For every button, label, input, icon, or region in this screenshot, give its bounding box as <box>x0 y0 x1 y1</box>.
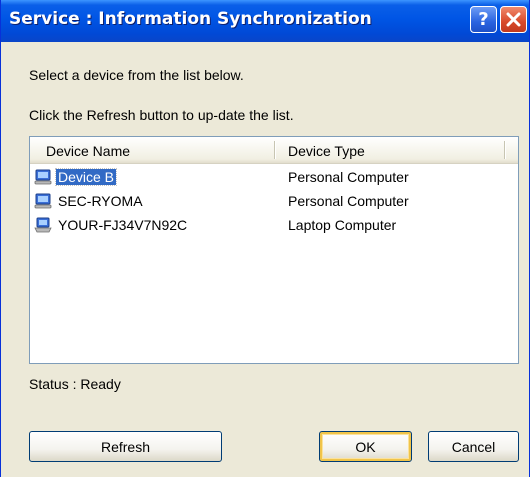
device-name: SEC-RYOMA <box>58 193 143 209</box>
device-list[interactable]: Device Name Device Type Device B Persona… <box>29 136 519 364</box>
ok-button[interactable]: OK <box>319 431 412 462</box>
status-text: Status : Ready <box>29 376 121 392</box>
help-button[interactable]: ? <box>470 6 497 33</box>
laptop-computer-icon <box>34 217 52 233</box>
list-header: Device Name Device Type <box>30 137 518 164</box>
device-type: Personal Computer <box>288 169 409 185</box>
column-divider[interactable] <box>504 141 505 159</box>
column-header-device-type[interactable]: Device Type <box>288 143 365 159</box>
close-button[interactable] <box>500 6 527 33</box>
refresh-button[interactable]: Refresh <box>29 431 222 462</box>
title-bar[interactable]: Service : Information Synchronization ? <box>1 0 529 42</box>
close-icon <box>506 12 521 27</box>
instruction-refresh: Click the Refresh button to up-date the … <box>29 107 294 123</box>
instruction-select: Select a device from the list below. <box>29 67 244 83</box>
device-name: YOUR-FJ34V7N92C <box>58 217 188 233</box>
column-divider[interactable] <box>274 141 275 159</box>
dialog-window: Service : Information Synchronization ? … <box>0 0 530 477</box>
list-item[interactable]: SEC-RYOMA Personal Computer <box>30 191 518 213</box>
personal-computer-icon <box>34 169 52 185</box>
list-item[interactable]: YOUR-FJ34V7N92C Laptop Computer <box>30 215 518 237</box>
device-name: Device B <box>54 168 118 186</box>
cancel-button[interactable]: Cancel <box>428 431 519 462</box>
column-header-device-name[interactable]: Device Name <box>46 143 130 159</box>
list-item[interactable]: Device B Personal Computer <box>30 167 518 189</box>
personal-computer-icon <box>34 193 52 209</box>
help-icon: ? <box>478 9 489 30</box>
window-title: Service : Information Synchronization <box>9 9 372 29</box>
device-type: Personal Computer <box>288 193 409 209</box>
device-type: Laptop Computer <box>288 217 397 233</box>
